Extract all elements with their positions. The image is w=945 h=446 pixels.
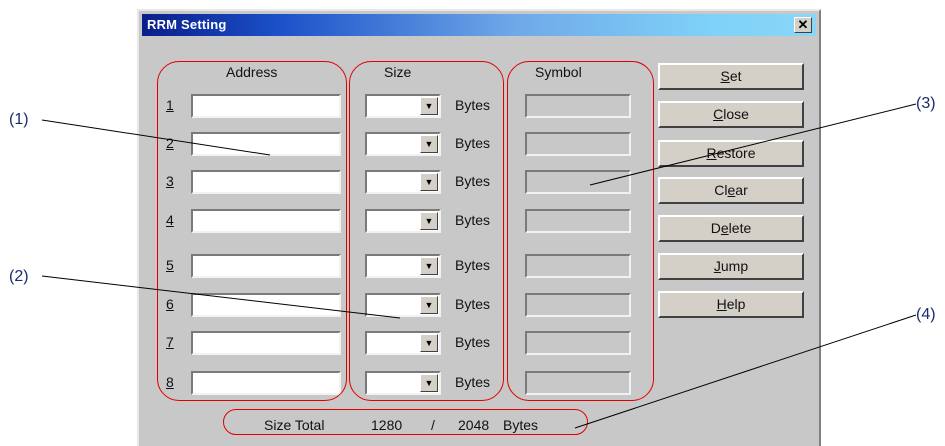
leader-line-3 — [589, 103, 917, 186]
callout-leader-lines — [41, 103, 917, 429]
leader-line-4 — [574, 314, 917, 429]
leader-line-1 — [41, 119, 271, 156]
leader-line-2 — [41, 275, 401, 319]
